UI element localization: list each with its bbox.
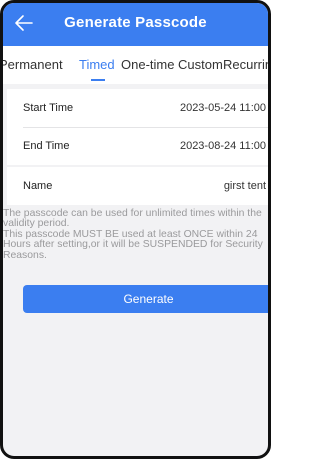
tab-custom[interactable]: Custom <box>178 57 223 72</box>
tab-recurring[interactable]: Recurring <box>223 57 268 72</box>
name-label: Name <box>23 180 53 192</box>
info-line: Reasons. <box>3 249 47 261</box>
generate-button[interactable]: Generate <box>23 285 268 313</box>
end-time-label: End Time <box>23 140 70 152</box>
time-card: Start Time 2023-05-24 11:00 End Time 202… <box>7 89 268 165</box>
end-time-row[interactable]: End Time 2023-08-24 11:00 <box>7 127 268 165</box>
end-time-value: 2023-08-24 11:00 <box>179 140 266 152</box>
info-text: The passcode can be used for unlimited t… <box>3 208 268 261</box>
name-row[interactable]: Name girst tent <box>7 167 268 205</box>
tab-bar: Permanent Timed One-time Custom Recurrin… <box>3 46 268 84</box>
page-title: Generate Passcode <box>64 14 207 31</box>
active-tab-indicator <box>91 79 105 81</box>
tab-one-time[interactable]: One-time <box>121 57 174 72</box>
tab-permanent[interactable]: Permanent <box>3 57 63 72</box>
phone-frame: Generate Passcode Permanent Timed One-ti… <box>0 0 271 459</box>
start-time-row[interactable]: Start Time 2023-05-24 11:00 <box>7 89 268 127</box>
name-card: Name girst tent <box>7 167 268 205</box>
start-time-label: Start Time <box>23 102 74 114</box>
name-input[interactable]: girst tent <box>224 180 266 192</box>
tab-timed[interactable]: Timed <box>79 57 115 72</box>
app-header: Generate Passcode <box>3 3 268 46</box>
start-time-value: 2023-05-24 11:00 <box>179 102 266 114</box>
